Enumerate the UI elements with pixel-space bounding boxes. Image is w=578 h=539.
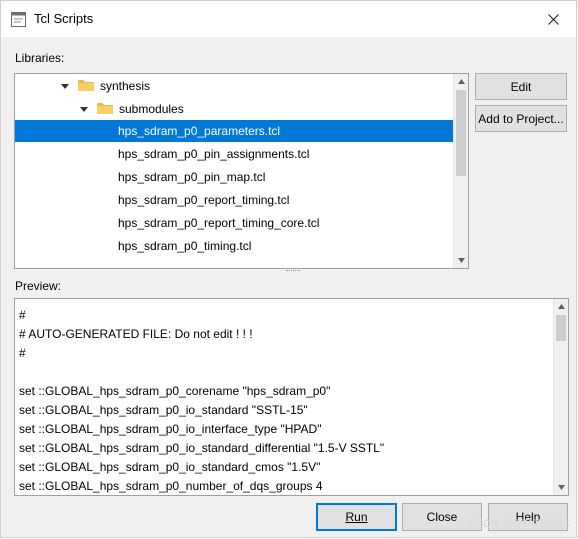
scrollbar-thumb[interactable] — [456, 90, 466, 176]
tree-item-file[interactable]: hps_sdram_p0_report_timing.tcl — [15, 189, 454, 211]
preview-line: set ::GLOBAL_hps_sdram_p0_io_interface_t… — [19, 422, 322, 436]
tree-item-label: hps_sdram_p0_report_timing_core.tcl — [118, 216, 320, 230]
window-title: Tcl Scripts — [34, 11, 94, 26]
watermark: CSDN @STATEABC — [468, 518, 570, 530]
tree-item-submodules[interactable]: submodules — [15, 98, 454, 120]
tree-item-label: hps_sdram_p0_report_timing.tcl — [118, 193, 290, 207]
tree-item-file[interactable]: hps_sdram_p0_timing.tcl — [15, 235, 454, 257]
scroll-up-button[interactable] — [554, 299, 568, 314]
splitter-handle[interactable] — [286, 270, 300, 273]
scroll-down-button[interactable] — [554, 480, 568, 495]
expand-arrow-icon[interactable] — [80, 105, 88, 113]
run-button-label: Run — [345, 510, 368, 524]
preview-scrollbar[interactable] — [553, 299, 568, 495]
preview-line: set ::GLOBAL_hps_sdram_p0_io_standard_cm… — [19, 460, 321, 474]
tree-item-label: submodules — [119, 102, 184, 116]
scroll-up-icon — [458, 79, 465, 84]
folder-icon — [78, 80, 94, 91]
tree-item-synthesis[interactable]: synthesis — [15, 75, 454, 97]
scroll-up-icon — [558, 304, 565, 309]
libraries-scrollbar[interactable] — [453, 74, 468, 268]
close-icon — [547, 13, 559, 25]
preview-line: # — [19, 308, 26, 322]
preview-line: set ::GLOBAL_hps_sdram_p0_io_standard "S… — [19, 403, 308, 417]
libraries-label: Libraries: — [15, 51, 65, 65]
scrollbar-thumb[interactable] — [556, 315, 566, 341]
preview-line: set ::GLOBAL_hps_sdram_p0_io_standard_di… — [19, 441, 385, 455]
title-bar: Tcl Scripts — [1, 1, 576, 37]
add-to-project-button[interactable]: Add to Project... — [475, 105, 567, 132]
scroll-down-icon — [558, 485, 565, 490]
tcl-scripts-dialog: Tcl Scripts Libraries: synthesis submodu… — [0, 0, 577, 538]
tree-item-label: hps_sdram_p0_pin_map.tcl — [118, 170, 266, 184]
preview-label: Preview: — [15, 279, 62, 293]
preview-line: # — [19, 346, 26, 360]
tree-item-file[interactable]: hps_sdram_p0_pin_map.tcl — [15, 166, 454, 188]
expand-arrow-icon[interactable] — [61, 82, 69, 90]
tree-item-file-selected[interactable]: hps_sdram_p0_parameters.tcl — [15, 120, 454, 142]
tree-item-file[interactable]: hps_sdram_p0_report_timing_core.tcl — [15, 212, 454, 234]
folder-icon — [97, 103, 113, 114]
preview-line: # AUTO-GENERATED FILE: Do not edit ! ! ! — [19, 327, 253, 341]
scroll-down-icon — [458, 258, 465, 263]
app-icon — [11, 12, 26, 27]
preview-line: set ::GLOBAL_hps_sdram_p0_corename "hps_… — [19, 384, 331, 398]
preview-line: set ::GLOBAL_hps_sdram_p0_number_of_dqs_… — [19, 479, 323, 493]
scroll-up-button[interactable] — [454, 74, 468, 89]
edit-button[interactable]: Edit — [475, 73, 567, 100]
close-window-button[interactable] — [530, 1, 576, 37]
tree-item-label: synthesis — [100, 79, 151, 93]
tree-item-label: hps_sdram_p0_pin_assignments.tcl — [118, 147, 310, 161]
tree-item-file[interactable]: hps_sdram_p0_pin_assignments.tcl — [15, 143, 454, 165]
tree-item-label: hps_sdram_p0_parameters.tcl — [118, 124, 281, 138]
libraries-tree[interactable]: synthesis submodules hps_sdram_p0_parame… — [14, 73, 469, 269]
run-button[interactable]: Run — [316, 503, 397, 531]
tree-item-label: hps_sdram_p0_timing.tcl — [118, 239, 252, 253]
preview-text-area[interactable]: # # AUTO-GENERATED FILE: Do not edit ! !… — [14, 298, 569, 496]
scroll-down-button[interactable] — [454, 253, 468, 268]
